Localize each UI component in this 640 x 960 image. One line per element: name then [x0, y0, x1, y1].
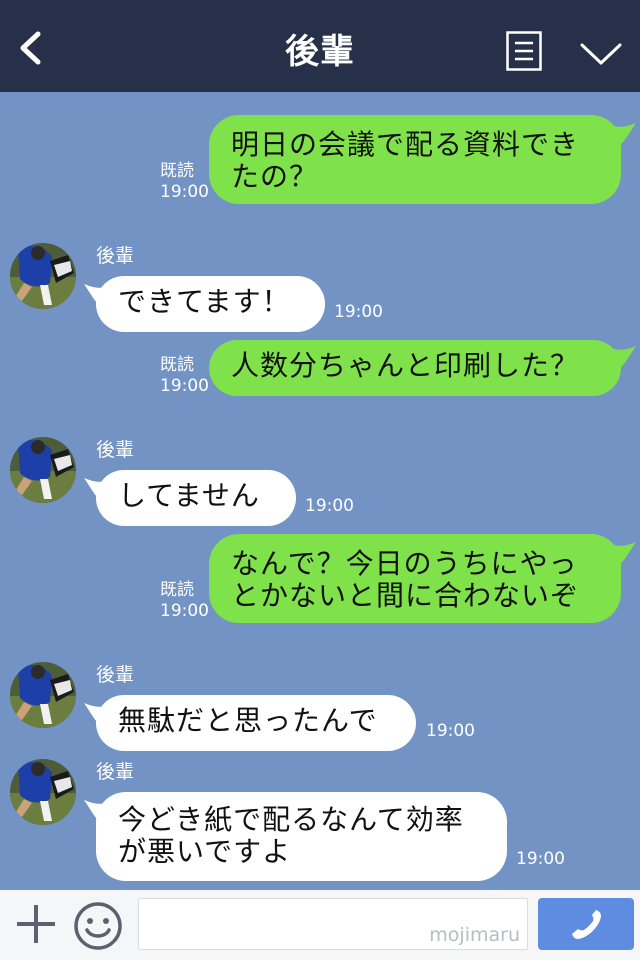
read-receipt: 既読 — [160, 355, 194, 375]
watermark: mojimaru — [429, 924, 520, 946]
message-status: 既読 19:00 — [160, 161, 209, 203]
message-bubble[interactable]: 無駄だと思ったんで — [96, 695, 416, 751]
read-receipt: 既読 — [160, 161, 194, 181]
avatar[interactable] — [10, 759, 76, 825]
message-bubble[interactable]: 明日の会議で配る資料でき たの？ — [209, 115, 621, 204]
message-bubble[interactable]: なんで？今日のうちにやっ とかないと間に合わないぞ — [209, 534, 621, 623]
avatar[interactable] — [10, 437, 76, 503]
list-icon[interactable] — [506, 31, 542, 71]
message-bubble[interactable]: 今どき紙で配るなんて効率 が悪いですよ — [96, 792, 507, 881]
message-status: 既読 19:00 — [160, 580, 209, 622]
message-time: 19:00 — [160, 601, 209, 621]
sender-name: 後輩 — [96, 761, 135, 783]
smile-icon[interactable] — [72, 900, 124, 952]
sender-name: 後輩 — [96, 439, 135, 461]
message-bubble[interactable]: 人数分ちゃんと印刷した？ — [209, 340, 621, 396]
bubble-tail — [606, 542, 636, 568]
message-bubble[interactable]: できてます！ — [96, 276, 325, 332]
bubble-tail — [606, 123, 636, 149]
sender-name: 後輩 — [96, 664, 135, 686]
message-time: 19:00 — [160, 182, 209, 202]
message-time: 19:00 — [160, 376, 209, 396]
message-time: 19:00 — [426, 721, 475, 741]
message-time: 19:00 — [334, 302, 383, 322]
plus-icon[interactable] — [14, 902, 58, 946]
avatar[interactable] — [10, 662, 76, 728]
sender-name: 後輩 — [96, 245, 135, 267]
avatar[interactable] — [10, 243, 76, 309]
chat-header: 後輩 — [0, 0, 640, 92]
phone-icon — [572, 910, 601, 939]
chat-title: 後輩 — [285, 32, 355, 72]
chevron-down-icon[interactable] — [580, 42, 622, 66]
chat-area[interactable]: 既読 19:00 明日の会議で配る資料でき たの？ 後輩 できてます！ 19:0… — [0, 92, 640, 890]
message-status: 既読 19:00 — [160, 355, 209, 397]
message-time: 19:00 — [305, 496, 354, 516]
message-bubble[interactable]: してません — [96, 470, 296, 526]
read-receipt: 既読 — [160, 580, 194, 600]
call-button[interactable] — [538, 898, 634, 950]
message-time: 19:00 — [516, 849, 565, 869]
bubble-tail — [606, 346, 636, 372]
